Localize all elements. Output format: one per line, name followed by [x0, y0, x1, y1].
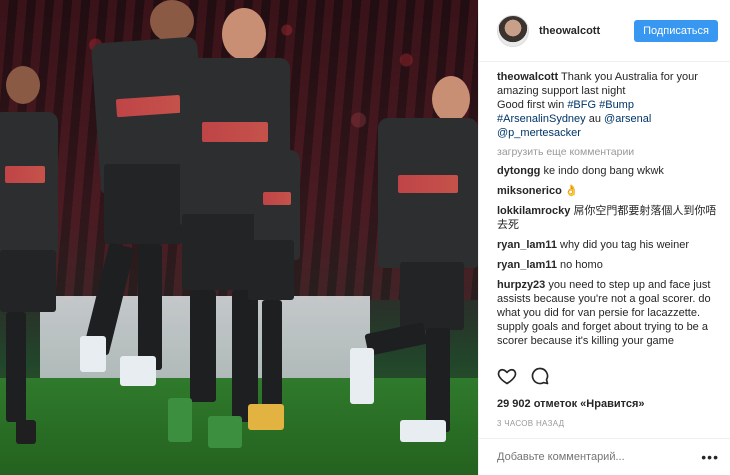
post-header: theowalcott Подписаться — [479, 0, 730, 62]
caption-au: au — [585, 113, 605, 125]
mention-mertesacker[interactable]: @p_mertesacker — [497, 127, 581, 139]
list-item: hurpzy23 you need to step up and face ju… — [497, 278, 718, 350]
hashtag-bump[interactable]: #Bump — [599, 99, 634, 111]
list-item: ryan_lam11 why did you tag his weiner — [497, 238, 718, 252]
comment-username[interactable]: ryan_lam11 — [497, 239, 557, 251]
likes-count[interactable]: 29 902 отметок «Нравится» — [497, 398, 645, 410]
avatar[interactable] — [497, 14, 529, 47]
instagram-post: theowalcott Подписаться theowalcott Than… — [0, 0, 730, 475]
comment-username[interactable]: lokkilamrocky — [497, 205, 570, 217]
comment-username[interactable]: hurpzy23 — [497, 279, 545, 291]
username-link[interactable]: theowalcott — [539, 25, 634, 37]
comment-bubble-icon[interactable] — [530, 366, 550, 386]
comment-text: 👌 — [564, 185, 579, 197]
heart-icon[interactable] — [497, 366, 517, 386]
comment-username[interactable]: dytongg — [497, 165, 540, 177]
comment-text: ke indo dong bang wkwk — [543, 165, 664, 177]
post-sidebar: theowalcott Подписаться theowalcott Than… — [478, 0, 730, 475]
post-actions — [497, 366, 550, 386]
comment-input[interactable] — [497, 451, 702, 463]
list-item: ryan_lam11 no homo — [497, 258, 718, 272]
list-item: miksonerico 👌 — [497, 184, 718, 198]
follow-button[interactable]: Подписаться — [634, 19, 718, 42]
comments-list: theowalcott Thank you Australia for your… — [479, 62, 730, 350]
hashtag-bfg[interactable]: #BFG — [567, 99, 596, 111]
mention-arsenal[interactable]: @arsenal — [604, 113, 651, 125]
list-item: lokkilamrocky 屌你空門都要射落個人到你唔去死 — [497, 204, 718, 232]
comment-username[interactable]: miksonerico — [497, 185, 562, 197]
caption-text-2: Good first win — [497, 99, 568, 111]
comment-username[interactable]: ryan_lam11 — [497, 259, 557, 271]
comment-text: no homo — [560, 259, 603, 271]
post-photo[interactable] — [0, 0, 478, 475]
post-timestamp: 3 ЧАСОВ НАЗАД — [497, 419, 565, 428]
list-item: dytongg ke indo dong bang wkwk — [497, 164, 718, 178]
load-more-comments[interactable]: загрузить еще комментарии — [497, 146, 718, 158]
caption-username[interactable]: theowalcott — [497, 71, 558, 83]
hashtag-arsenalinsydney[interactable]: #ArsenalinSydney — [497, 113, 586, 125]
post-caption: theowalcott Thank you Australia for your… — [497, 70, 718, 140]
add-comment-bar: ••• — [479, 438, 730, 475]
more-options-icon[interactable]: ••• — [701, 449, 719, 465]
comment-text: why did you tag his weiner — [560, 239, 690, 251]
